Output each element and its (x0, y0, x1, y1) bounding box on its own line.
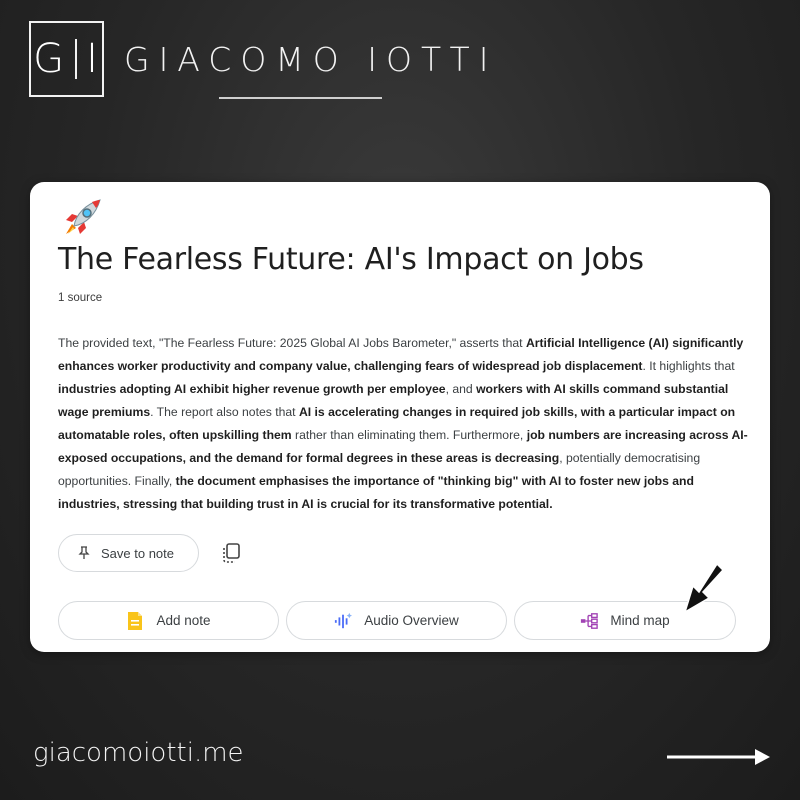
audio-overview-button[interactable]: Audio Overview (286, 601, 507, 640)
note-summary: The provided text, "The Fearless Future:… (58, 332, 748, 516)
pointer-arrow-icon (683, 562, 725, 614)
mind-map-label: Mind map (610, 613, 670, 628)
note-title: The Fearless Future: AI's Impact on Jobs (58, 242, 644, 277)
source-count[interactable]: 1 source (58, 292, 102, 304)
save-to-note-label: Save to note (101, 545, 174, 561)
brand-monogram: G I (29, 21, 104, 97)
summary-segment: . The report also notes that (150, 405, 299, 419)
summary-segment: rather than eliminating them. Furthermor… (291, 428, 527, 442)
summary-segment: The provided text, "The Fearless Future:… (58, 336, 526, 350)
copy-icon[interactable] (220, 542, 242, 564)
monogram-letter-i: I (86, 36, 100, 82)
summary-segment: . It highlights that (642, 359, 735, 373)
summary-segment: , and (445, 382, 477, 396)
summary-segment: industries adopting AI exhibit higher re… (58, 382, 446, 396)
monogram-letter-g: G (33, 36, 67, 82)
website-link[interactable]: giacomoiotti.me (33, 738, 244, 768)
brand-underline (219, 97, 382, 99)
mind-map-icon (581, 612, 599, 629)
add-note-label: Add note (156, 613, 211, 628)
save-to-note-button[interactable]: Save to note (58, 534, 199, 572)
next-arrow-icon[interactable] (667, 746, 772, 768)
note-card: The Fearless Future: AI's Impact on Jobs… (30, 182, 770, 652)
add-note-button[interactable]: Add note (58, 601, 279, 640)
note-icon (128, 611, 143, 630)
pin-icon (78, 546, 90, 559)
audio-waveform-icon (335, 612, 353, 628)
brand-name: GIACOMO IOTTI (124, 40, 498, 79)
rocket-emoji-icon (66, 199, 101, 234)
monogram-divider (75, 39, 78, 79)
audio-overview-label: Audio Overview (364, 613, 459, 628)
